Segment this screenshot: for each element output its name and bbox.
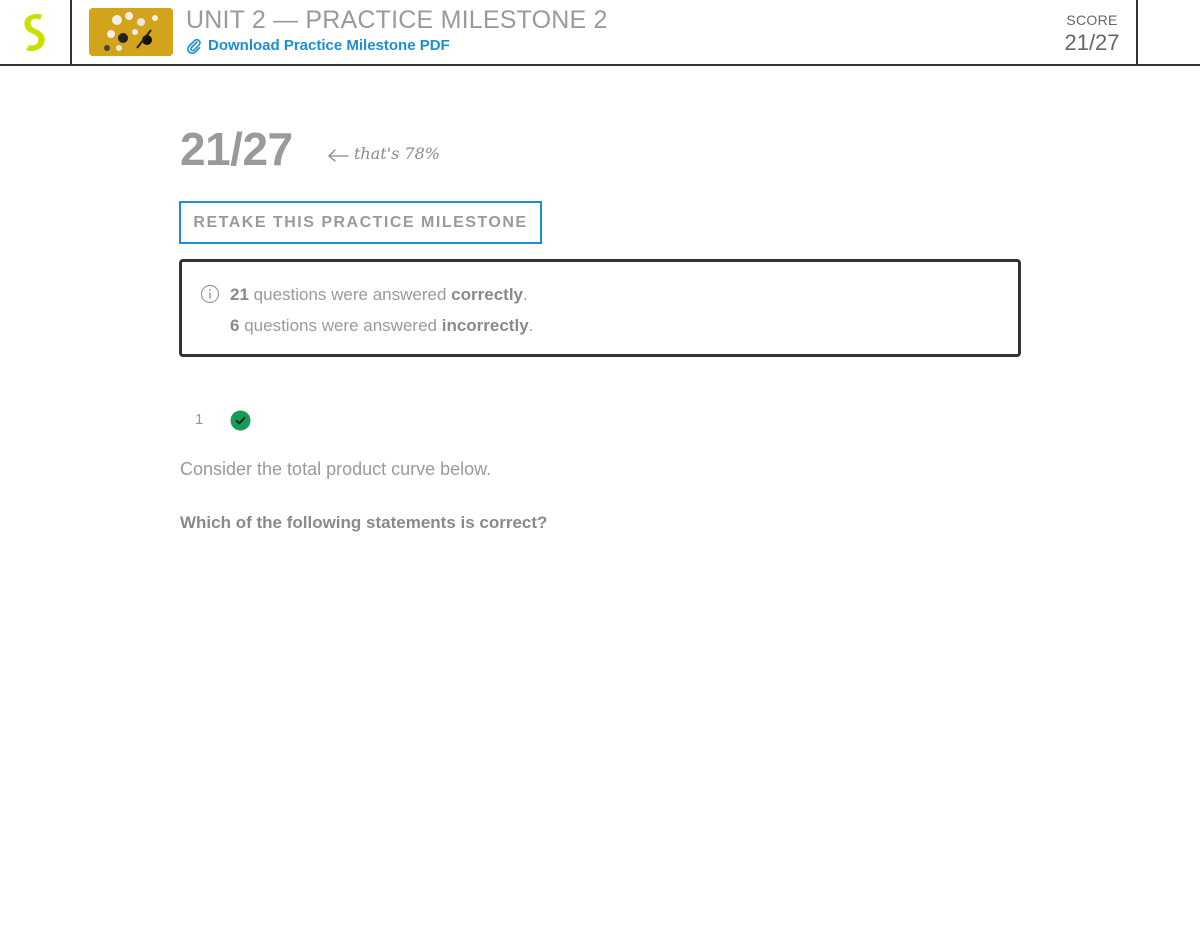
incorrect-word: incorrectly [441, 316, 529, 335]
percent-note: that's 78% [326, 144, 440, 163]
correct-count: 21 [230, 285, 249, 304]
correct-word: correctly [451, 285, 523, 304]
check-circle-icon [230, 410, 251, 431]
download-pdf-link[interactable]: Download Practice Milestone PDF [186, 37, 450, 54]
question-prompt: Which of the following statements is cor… [180, 513, 548, 532]
incorrect-period: . [528, 316, 534, 335]
logo-icon[interactable] [20, 12, 52, 52]
correct-period: . [523, 285, 528, 304]
incorrect-count: 6 [230, 316, 240, 335]
download-pdf-label[interactable]: Download Practice Milestone PDF [208, 37, 450, 54]
correct-summary: 21 questions were answered correctly. [230, 285, 528, 305]
arrow-left-icon [328, 148, 349, 162]
score-value: 21/27 [1064, 30, 1120, 55]
retake-milestone-button[interactable]: RETAKE THIS PRACTICE MILESTONE [179, 201, 542, 244]
score-panel: SCORE 21/27 [1048, 0, 1138, 64]
paperclip-icon [187, 38, 201, 54]
page-title: UNIT 2 — PRACTICE MILESTONE 2 [186, 6, 608, 34]
correct-text: questions were answered [253, 285, 447, 304]
course-thumbnail [89, 8, 173, 56]
top-bar: UNIT 2 — PRACTICE MILESTONE 2 Download P… [0, 0, 1200, 66]
percent-note-text: that's 78% [354, 144, 440, 163]
score-label: SCORE [1066, 12, 1118, 28]
question-text: Consider the total product curve below. [180, 459, 492, 479]
results-info-box: 21 questions were answered correctly. 6 … [179, 259, 1021, 357]
incorrect-text: questions were answered [244, 316, 437, 335]
info-icon [200, 284, 220, 304]
result-score: 21/27 [180, 123, 293, 175]
incorrect-summary: 6 questions were answered incorrectly. [230, 316, 533, 336]
question-number: 1 [195, 411, 204, 428]
logo-cell[interactable] [0, 0, 72, 64]
